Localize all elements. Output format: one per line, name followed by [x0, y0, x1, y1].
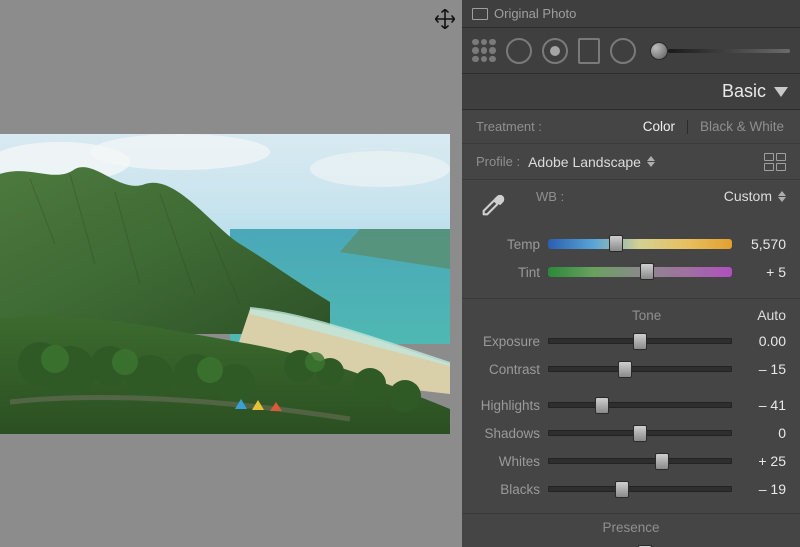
profile-row: Profile : Adobe Landscape [462, 144, 800, 180]
wb-eyedropper-icon[interactable] [476, 188, 510, 222]
temp-label: Temp [476, 237, 548, 252]
original-photo-icon [472, 8, 488, 20]
tone-heading: Tone [536, 308, 757, 323]
whites-thumb[interactable] [655, 453, 669, 470]
tint-thumb[interactable] [640, 263, 654, 280]
temp-value[interactable]: 5,570 [732, 236, 786, 252]
original-photo-header[interactable]: Original Photo [462, 0, 800, 28]
treatment-row: Treatment : Color Black & White [462, 110, 800, 144]
photo-preview[interactable] [0, 134, 450, 434]
texture-slider-row: Texture + 7 [476, 539, 786, 547]
highlights-label: Highlights [476, 398, 548, 413]
blacks-slider[interactable] [548, 486, 732, 492]
contrast-value[interactable]: – 15 [732, 361, 786, 377]
whites-slider[interactable] [548, 458, 732, 464]
shadows-value[interactable]: 0 [732, 425, 786, 441]
contrast-thumb[interactable] [618, 361, 632, 378]
move-cursor-icon [434, 8, 456, 30]
redeye-tool-icon[interactable] [542, 38, 568, 64]
profile-browser-icon[interactable] [764, 153, 786, 171]
presence-block: Presence Texture + 7 [462, 514, 800, 547]
wb-stepper-icon[interactable] [778, 191, 786, 202]
tone-block: Tone Auto Exposure 0.00 Contrast – 15 Highli… [462, 299, 800, 514]
tool-row [462, 28, 800, 74]
collapse-icon [774, 87, 788, 97]
temp-slider[interactable] [548, 239, 732, 249]
tone-auto-button[interactable]: Auto [757, 307, 786, 323]
exposure-slider-row: Exposure 0.00 [476, 327, 786, 355]
tint-value[interactable]: + 5 [732, 264, 786, 280]
wb-label: WB : [536, 189, 564, 204]
treatment-label: Treatment : [476, 119, 542, 134]
separator [687, 120, 688, 134]
tint-label: Tint [476, 265, 548, 280]
blacks-label: Blacks [476, 482, 548, 497]
contrast-slider-row: Contrast – 15 [476, 355, 786, 383]
blacks-thumb[interactable] [615, 481, 629, 498]
tint-slider-row: Tint + 5 [476, 258, 786, 286]
presence-heading: Presence [476, 520, 786, 535]
radial-filter-icon[interactable] [610, 38, 636, 64]
original-photo-label: Original Photo [494, 6, 576, 21]
develop-panel: Original Photo Basic Treatment : Color B… [462, 0, 800, 547]
whites-label: Whites [476, 454, 548, 469]
highlights-slider[interactable] [548, 402, 732, 408]
treatment-color[interactable]: Color [641, 119, 677, 134]
basic-title: Basic [722, 81, 766, 102]
wb-value[interactable]: Custom [724, 188, 772, 204]
treatment-bw[interactable]: Black & White [698, 119, 786, 134]
highlights-thumb[interactable] [595, 397, 609, 414]
temp-thumb[interactable] [609, 235, 623, 252]
exposure-label: Exposure [476, 334, 548, 349]
blacks-slider-row: Blacks – 19 [476, 475, 786, 503]
profile-stepper-icon[interactable] [647, 156, 655, 167]
shadows-thumb[interactable] [633, 425, 647, 442]
graduated-filter-icon[interactable] [578, 38, 600, 64]
mask-slider-knob[interactable] [650, 42, 668, 60]
basic-section-header[interactable]: Basic [462, 74, 800, 110]
whites-value[interactable]: + 25 [732, 453, 786, 469]
profile-label: Profile : [476, 154, 520, 169]
shadows-label: Shadows [476, 426, 548, 441]
spot-removal-icon[interactable] [506, 38, 532, 64]
shadows-slider-row: Shadows 0 [476, 419, 786, 447]
highlights-value[interactable]: – 41 [732, 397, 786, 413]
temp-slider-row: Temp 5,570 [476, 230, 786, 258]
contrast-slider[interactable] [548, 366, 732, 372]
shadows-slider[interactable] [548, 430, 732, 436]
canvas-area[interactable] [0, 0, 462, 547]
highlights-slider-row: Highlights – 41 [476, 391, 786, 419]
exposure-slider[interactable] [548, 338, 732, 344]
crop-tool-icon[interactable] [472, 39, 496, 63]
white-balance-block: WB : Custom Temp 5,570 Tint + 5 [462, 180, 800, 299]
whites-slider-row: Whites + 25 [476, 447, 786, 475]
exposure-thumb[interactable] [633, 333, 647, 350]
contrast-label: Contrast [476, 362, 548, 377]
profile-value[interactable]: Adobe Landscape [528, 154, 641, 170]
tint-slider[interactable] [548, 267, 732, 277]
exposure-value[interactable]: 0.00 [732, 333, 786, 349]
mask-amount-slider[interactable] [650, 42, 790, 60]
blacks-value[interactable]: – 19 [732, 481, 786, 497]
